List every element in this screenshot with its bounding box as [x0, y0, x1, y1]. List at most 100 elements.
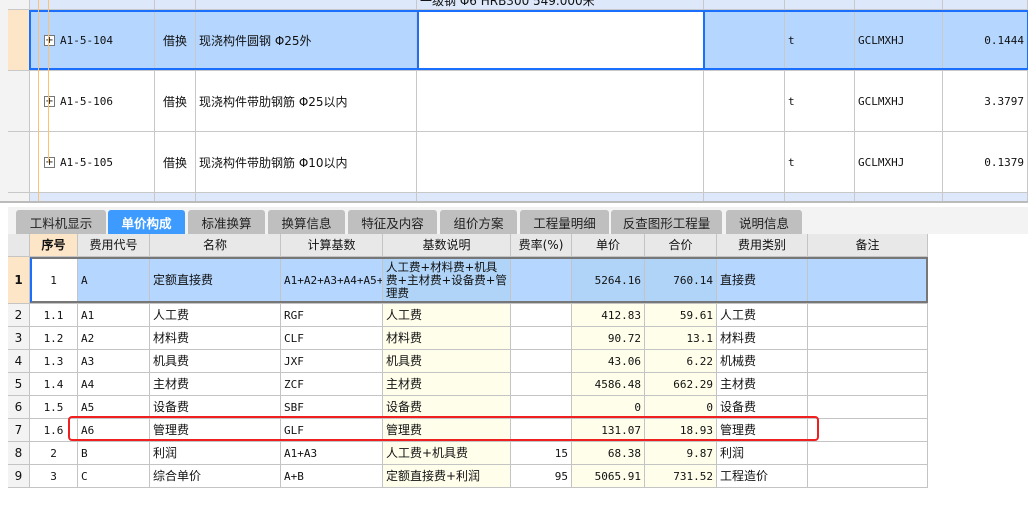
expand-icon[interactable]: +	[44, 156, 55, 168]
quota-grid: 一级钢 Φ6 HRB300 549.000米 + A1-5-104 借换 现浇构件圆钢 …	[0, 0, 1028, 203]
table-row[interactable]: 3 1.2 A2 材料费 CLF 材料费 90.72 13.1 材料费	[8, 327, 928, 350]
total-price: 662.29	[645, 373, 717, 395]
expand-icon[interactable]: +	[44, 34, 55, 46]
quota-row[interactable]: 一级钢 Φ6 HRB300 549.000米	[8, 0, 1028, 10]
table-row[interactable]: 5 1.4 A4 主材费 ZCF 主材费 4586.48 662.29 主材费	[8, 373, 928, 396]
unit: t	[785, 10, 855, 70]
fee-category: 主材费	[717, 373, 808, 395]
rate	[511, 373, 572, 395]
unit: t	[785, 132, 855, 192]
fee-code: A4	[78, 373, 150, 395]
cell	[943, 0, 1028, 9]
tree-line	[48, 0, 49, 163]
quota-type: 借换	[155, 10, 196, 70]
cell	[155, 0, 196, 9]
base-description: 定额直接费+利润	[383, 465, 511, 487]
rate	[511, 350, 572, 372]
base-description: 机具费	[383, 350, 511, 372]
unit-price: 5264.16	[572, 257, 645, 303]
quantity: 0.1444	[943, 10, 1028, 70]
seq-no: 1.5	[30, 396, 78, 418]
tab-1[interactable]: 单价构成	[108, 210, 185, 234]
row-number: 6	[8, 396, 30, 418]
total-price: 6.22	[645, 350, 717, 372]
tab-6[interactable]: 工程量明细	[520, 210, 609, 234]
tab-2[interactable]: 标准换算	[188, 210, 265, 234]
header-remark: 备注	[808, 234, 928, 256]
unit-price: 412.83	[572, 304, 645, 326]
calc-base: ZCF	[281, 373, 383, 395]
fee-category: 设备费	[717, 396, 808, 418]
base-description: 人工费+材料费+机具费+主材费+设备费+管理费	[383, 257, 511, 303]
fee-category: 利润	[717, 442, 808, 464]
total-price: 760.14	[645, 257, 717, 303]
fee-name: 主材费	[150, 373, 281, 395]
cell	[704, 132, 785, 192]
header-row-number	[8, 234, 30, 256]
seq-no: 1.1	[30, 304, 78, 326]
remark	[808, 373, 928, 395]
calc-base: RGF	[281, 304, 383, 326]
row-header	[8, 132, 30, 192]
remark	[808, 419, 928, 441]
quota-row[interactable]: + A1-5-105 借换 现浇构件带肋钢筋 Φ10以内 t GCLMXHJ 0.1379	[8, 132, 1028, 193]
splitter[interactable]	[0, 201, 1028, 203]
tab-7[interactable]: 反查图形工程量	[611, 210, 722, 234]
total-price: 59.61	[645, 304, 717, 326]
fee-code: A2	[78, 327, 150, 349]
table-row[interactable]: 11A定额直接费A1+A2+A3+A4+A5+A6人工费+材料费+机具费+主材费…	[8, 257, 928, 304]
quantity: 3.3797	[943, 71, 1028, 131]
fee-name: 定额直接费	[150, 257, 281, 303]
table-row[interactable]: 8 2 B 利润 A1+A3 人工费+机具费 15 68.38 9.87 利润	[8, 442, 928, 465]
row-number: 5	[8, 373, 30, 395]
cell	[417, 71, 704, 131]
tab-3[interactable]: 换算信息	[268, 210, 345, 234]
calc-base: SBF	[281, 396, 383, 418]
base-description: 人工费	[383, 304, 511, 326]
cell	[417, 10, 704, 70]
table-row[interactable]: 9 3 C 综合单价 A+B 定额直接费+利润 95 5065.91 731.52 工程造价	[8, 465, 928, 488]
table-row[interactable]: 4 1.3 A3 机具费 JXF 机具费 43.06 6.22 机械费	[8, 350, 928, 373]
header-seq-no: 序号	[30, 234, 78, 256]
cell	[704, 71, 785, 131]
quota-type: 借换	[155, 132, 196, 192]
header-base-description: 基数说明	[383, 234, 511, 256]
unit-price: 4586.48	[572, 373, 645, 395]
tab-5[interactable]: 组价方案	[440, 210, 517, 234]
table-row[interactable]: 2 1.1 A1 人工费 RGF 人工费 412.83 59.61 人工费	[8, 304, 928, 327]
spec-text: 一级钢 Φ6 HRB300 549.000米	[417, 0, 704, 9]
remark	[808, 442, 928, 464]
tab-8[interactable]: 说明信息	[726, 210, 802, 234]
tree-line	[38, 0, 39, 203]
quota-name: 现浇构件带肋钢筋 Φ25以内	[196, 71, 417, 131]
quota-row[interactable]: + A1-5-106 借换 现浇构件带肋钢筋 Φ25以内 t GCLMXHJ 3.3797	[8, 71, 1028, 132]
total-price: 9.87	[645, 442, 717, 464]
quota-code: A1-5-106	[60, 94, 113, 108]
row-number: 4	[8, 350, 30, 372]
total-price: 731.52	[645, 465, 717, 487]
header-calc-base: 计算基数	[281, 234, 383, 256]
tab-0[interactable]: 工料机显示	[16, 210, 106, 234]
fee-code: A5	[78, 396, 150, 418]
fee-category: 机械费	[717, 350, 808, 372]
base-description: 主材费	[383, 373, 511, 395]
fee-category: 直接费	[717, 257, 808, 303]
unit-price: 5065.91	[572, 465, 645, 487]
calc-base: JXF	[281, 350, 383, 372]
row-header	[8, 0, 30, 9]
row-number: 7	[8, 419, 30, 441]
quantity-expression: GCLMXHJ	[855, 10, 943, 70]
fee-name: 设备费	[150, 396, 281, 418]
fee-code: A3	[78, 350, 150, 372]
tab-4[interactable]: 特征及内容	[348, 210, 437, 234]
expand-icon[interactable]: +	[44, 95, 55, 107]
header-fee-category: 费用类别	[717, 234, 808, 256]
quantity-expression: GCLMXHJ	[855, 132, 943, 192]
fee-code: B	[78, 442, 150, 464]
rate: 95	[511, 465, 572, 487]
remark	[808, 327, 928, 349]
quota-code: A1-5-105	[60, 155, 113, 169]
header-fee-code: 费用代号	[78, 234, 150, 256]
quota-row[interactable]: + A1-5-104 借换 现浇构件圆钢 Φ25外 t GCLMXHJ 0.1444	[8, 10, 1028, 71]
table-header: 序号 费用代号 名称 计算基数 基数说明 费率(%) 单价 合价 费用类别 备注	[8, 234, 928, 257]
